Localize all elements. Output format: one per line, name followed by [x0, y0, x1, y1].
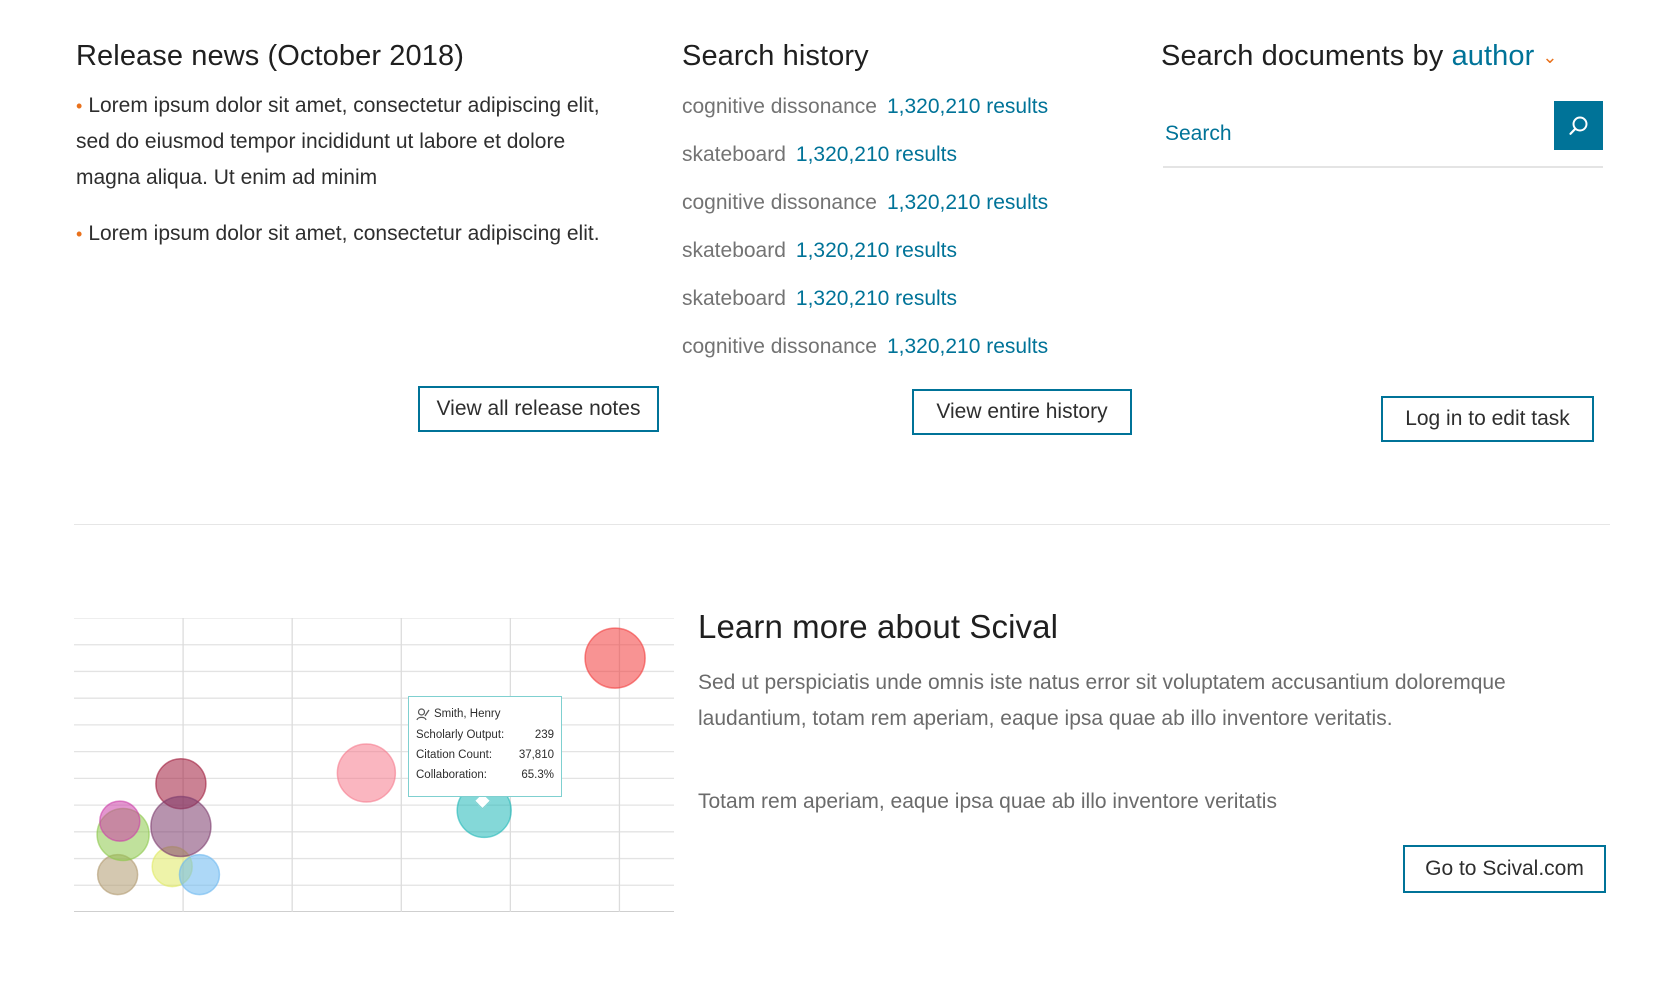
search-history-row: skateboard 1,320,210 results — [682, 239, 958, 262]
search-input[interactable] — [1163, 113, 1547, 155]
search-history-row: skateboard 1,320,210 results — [682, 287, 958, 310]
section-divider — [74, 524, 1610, 525]
search-field-dropdown[interactable]: author ⌄ — [1452, 40, 1558, 72]
view-entire-history-button[interactable]: View entire history — [912, 389, 1132, 435]
release-news-title: Release news (October 2018) — [76, 40, 464, 72]
chart-bubble[interactable] — [584, 627, 646, 689]
tooltip-row: Citation Count: 37,810 — [416, 749, 554, 761]
results-link[interactable]: 1,320,210 results — [796, 287, 957, 310]
search-icon — [1568, 116, 1587, 135]
scival-description: Sed ut perspiciatis unde omnis iste natu… — [698, 671, 1506, 730]
results-link[interactable]: 1,320,210 results — [796, 143, 957, 166]
go-to-scival-button[interactable]: Go to Scival.com — [1403, 845, 1606, 893]
search-history-list: cognitive dissonance 1,320,210 results sk… — [682, 83, 1048, 371]
chart-bubble[interactable] — [150, 795, 212, 858]
release-news-item: • Lorem ipsum dolor sit amet, consectetur… — [76, 222, 600, 245]
results-link[interactable]: 1,320,210 results — [887, 191, 1048, 214]
search-history-row: cognitive dissonance 1,320,210 results — [682, 335, 1049, 358]
chart-bubble[interactable] — [99, 800, 141, 842]
results-link[interactable]: 1,320,210 results — [887, 335, 1048, 358]
researcher-icon — [416, 707, 430, 720]
results-link[interactable]: 1,320,210 results — [887, 95, 1048, 118]
search-box — [1163, 101, 1603, 168]
tooltip-name: Smith, Henry — [416, 703, 554, 725]
log-in-to-edit-task-button[interactable]: Log in to edit task — [1381, 396, 1594, 442]
chart-bubble[interactable] — [336, 743, 397, 803]
search-documents-title: Search documents by author ⌄ — [1161, 40, 1558, 72]
chart-tooltip: Smith, Henry Scholarly Output: 239 Citati… — [408, 696, 562, 797]
chevron-down-icon: ⌄ — [1542, 47, 1558, 67]
search-history-title: Search history — [682, 40, 869, 72]
search-history-row: cognitive dissonance 1,320,210 results — [682, 95, 1049, 118]
tooltip-row: Scholarly Output: 239 — [416, 729, 554, 741]
search-button[interactable] — [1554, 101, 1603, 150]
bubble-chart — [74, 618, 674, 912]
release-news-item: • Lorem ipsum dolor sit amet, consectetur… — [76, 94, 600, 189]
scival-subtext: Totam rem aperiam, eaque ipsa quae ab il… — [698, 790, 1277, 813]
search-history-row: skateboard 1,320,210 results — [682, 143, 958, 166]
results-link[interactable]: 1,320,210 results — [796, 239, 957, 262]
search-history-row: cognitive dissonance 1,320,210 results — [682, 191, 1049, 214]
tooltip-row: Collaboration: 65.3% — [416, 769, 554, 781]
view-all-release-notes-button[interactable]: View all release notes — [418, 386, 659, 432]
chart-bubble[interactable] — [178, 853, 221, 896]
chart-bubbles — [96, 627, 646, 896]
bullet-icon: • — [76, 96, 83, 116]
bullet-icon: • — [76, 224, 83, 244]
release-news-list: • Lorem ipsum dolor sit amet, consectetur… — [76, 88, 631, 252]
scival-title: Learn more about Scival — [698, 608, 1058, 645]
